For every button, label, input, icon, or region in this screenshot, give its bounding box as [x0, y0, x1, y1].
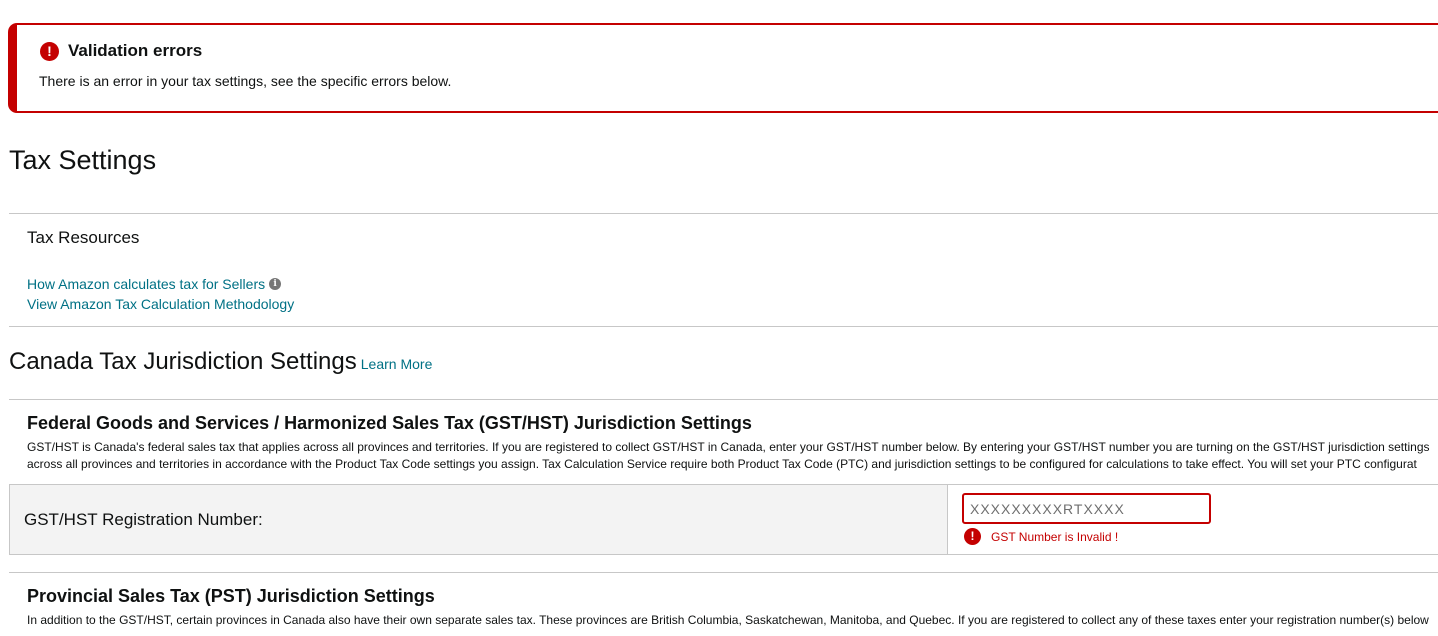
tax-calculation-methodology-link[interactable]: View Amazon Tax Calculation Methodology [27, 296, 294, 312]
divider [9, 572, 1438, 573]
validation-error-alert: ! Validation errors There is an error in… [8, 23, 1438, 113]
divider [9, 213, 1438, 214]
gst-error-message: ! GST Number is Invalid ! [964, 528, 1118, 545]
alert-message: There is an error in your tax settings, … [39, 73, 452, 89]
error-icon: ! [964, 528, 981, 545]
gst-description-line-1: GST/HST is Canada's federal sales tax th… [27, 440, 1430, 454]
pst-section-title: Provincial Sales Tax (PST) Jurisdiction … [27, 586, 435, 606]
error-icon: ! [40, 41, 59, 61]
divider [9, 399, 1438, 400]
pst-description-line-1: In addition to the GST/HST, certain prov… [27, 613, 1429, 627]
learn-more-link[interactable]: Learn More [361, 356, 433, 372]
alert-title: Validation errors [68, 41, 203, 60]
gst-registration-label: GST/HST Registration Number: [24, 510, 263, 529]
jurisdiction-header: Canada Tax Jurisdiction Settings Learn M… [9, 348, 432, 376]
tax-resources-title: Tax Resources [27, 228, 140, 247]
info-icon[interactable]: i [269, 278, 282, 290]
gst-section-title: Federal Goods and Services / Harmonized … [27, 413, 752, 433]
page-title: Tax Settings [9, 145, 157, 175]
gst-error-text: GST Number is Invalid ! [991, 529, 1119, 544]
gst-registration-input[interactable] [962, 493, 1211, 524]
divider [9, 326, 1438, 327]
registration-label-cell: GST/HST Registration Number: [9, 485, 948, 554]
how-amazon-calculates-tax-link[interactable]: How Amazon calculates tax for Sellers i [27, 276, 282, 292]
jurisdiction-title: Canada Tax Jurisdiction Settings [9, 348, 357, 375]
link-label: How Amazon calculates tax for Sellers [27, 276, 266, 292]
gst-description-line-2: across all provinces and territories in … [27, 457, 1417, 471]
alert-header: ! Validation errors [39, 40, 1438, 62]
gst-registration-row: GST/HST Registration Number: ! GST Numbe… [9, 484, 1438, 555]
